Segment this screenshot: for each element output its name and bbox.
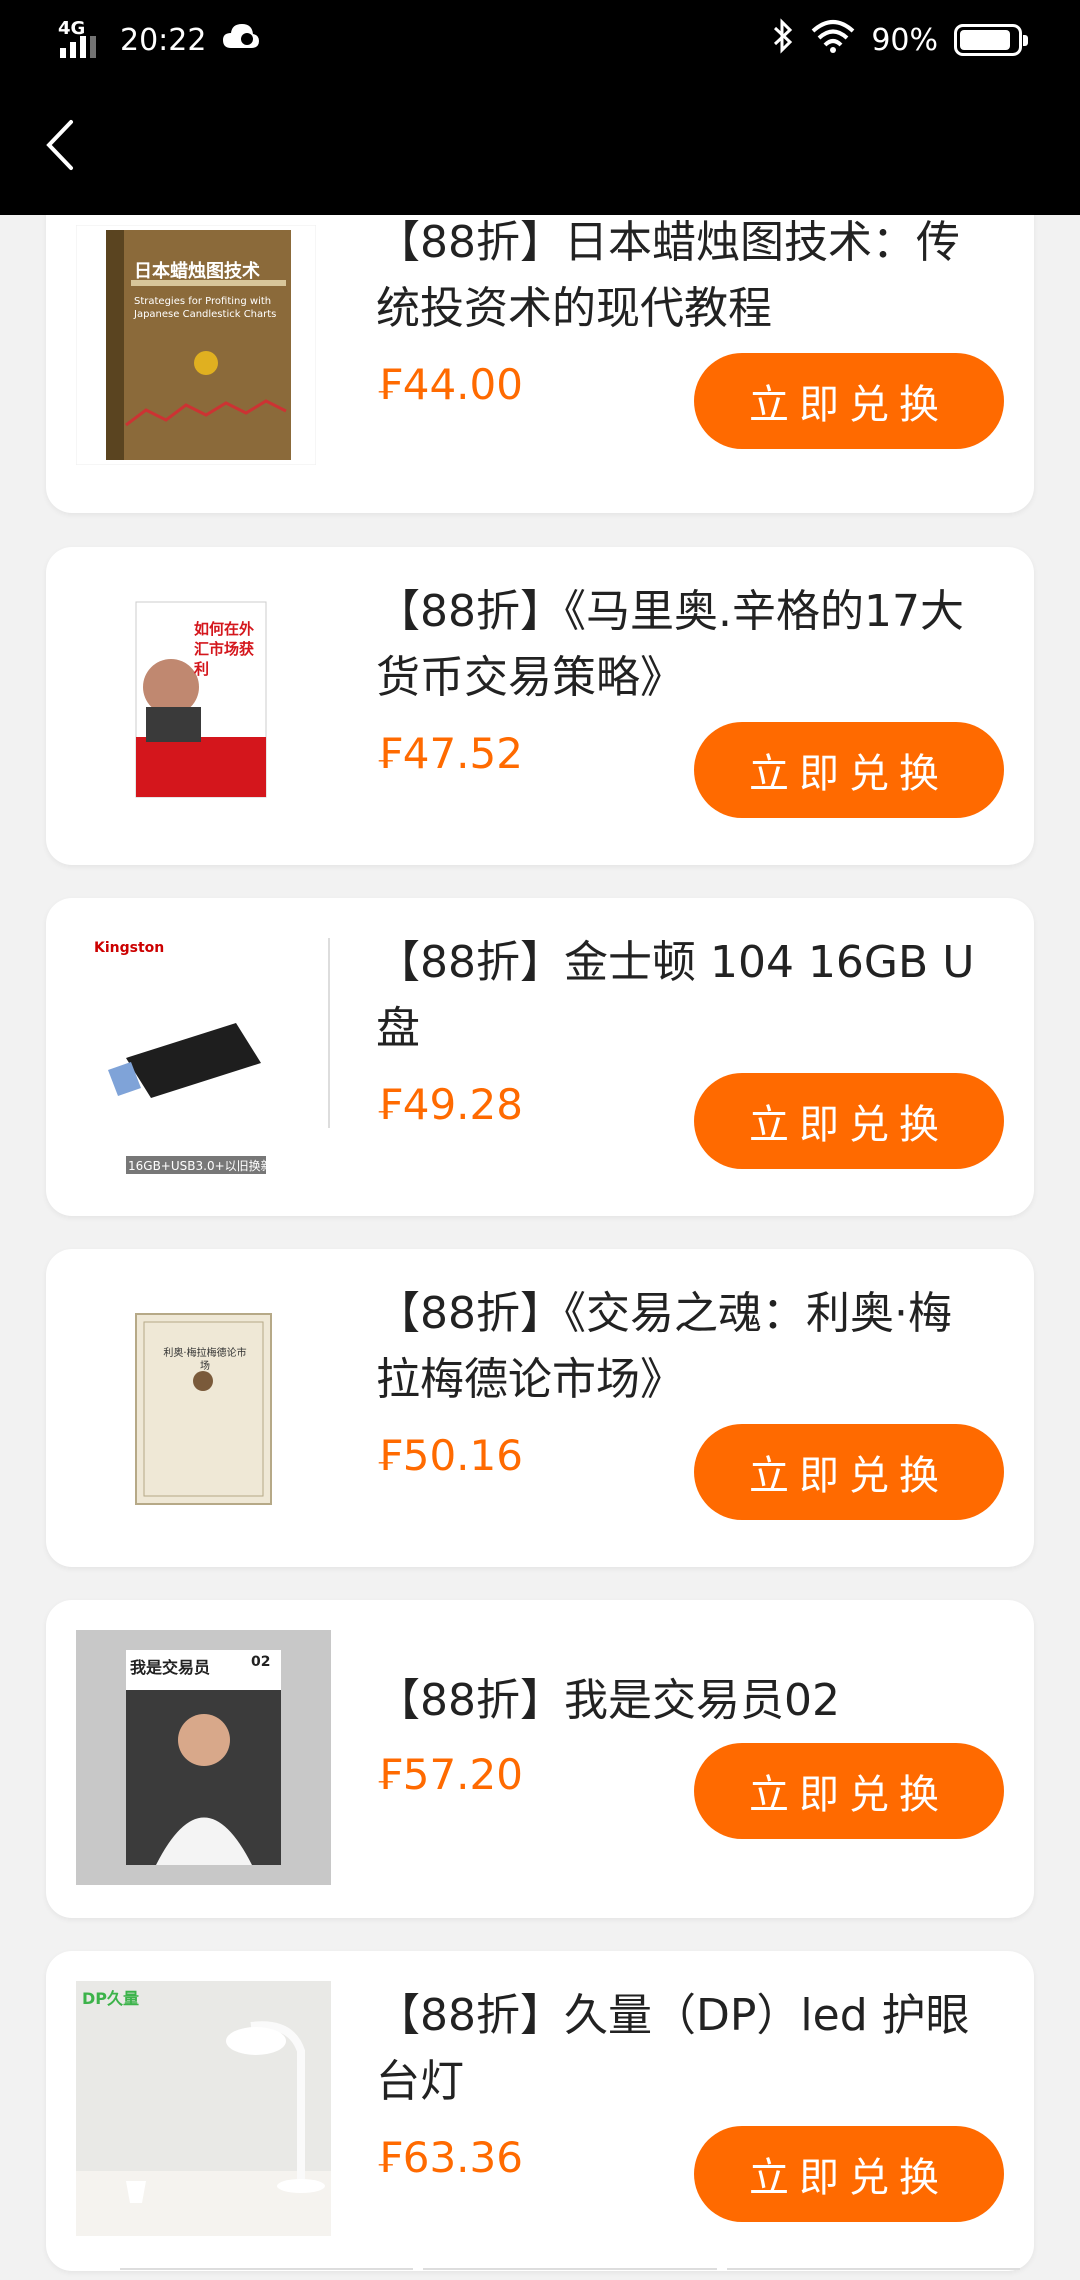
cover-issue: 02 <box>251 1654 271 1670</box>
product-title: 【88折】我是交易员02 <box>376 1675 840 1726</box>
product-title: 【88折】久量（DP）led 护眼台灯 <box>376 1990 970 2107</box>
cover-title: 利奥·梅拉梅德论市场 <box>163 1348 247 1372</box>
product-title: 【88折】日本蜡烛图技术：传统投资术的现代教程 <box>376 217 960 334</box>
product-image: 如何在外汇市场获利 <box>76 577 331 832</box>
battery-percent: 90% <box>871 22 938 58</box>
cover-subtitle: Strategies for Profiting with Japanese C… <box>134 296 277 320</box>
next-card-edge <box>120 2268 1020 2280</box>
cover-title: 日本蜡烛图技术 <box>134 261 260 282</box>
cover-title: 如何在外汇市场获利 <box>194 620 255 678</box>
bluetooth-icon <box>771 18 795 62</box>
redeem-button[interactable]: 立即兑换 <box>694 2126 1004 2222</box>
cover-brand: Kingston <box>94 940 165 956</box>
product-card[interactable]: 利奥·梅拉梅德论市场 【88折】《交易之魂：利奥·梅拉梅德论市场》 ₣50.16… <box>46 1249 1034 1567</box>
redeem-button[interactable]: 立即兑换 <box>694 722 1004 818</box>
product-card[interactable]: DP久量 【88折】久量（DP）led 护眼台灯 ₣63.36 立即兑换 <box>46 1951 1034 2271</box>
cover-brand: DP久量 <box>82 1989 140 2008</box>
product-price: ₣57.20 <box>376 1750 523 1799</box>
redeem-button[interactable]: 立即兑换 <box>694 1424 1004 1520</box>
product-price: ₣63.36 <box>376 2133 523 2182</box>
product-price: ₣44.00 <box>376 360 523 409</box>
nav-bar <box>0 80 1080 215</box>
status-right: 90% <box>771 18 1028 62</box>
product-card[interactable]: 日本蜡烛图技术 Strategies for Profiting with Ja… <box>46 215 1034 513</box>
product-title: 【88折】《马里奥.辛格的17大货币交易策略》 <box>376 586 964 703</box>
product-price: ₣47.52 <box>376 729 523 778</box>
redeem-button[interactable]: 立即兑换 <box>694 353 1004 449</box>
product-image: DP久量 <box>76 1981 331 2236</box>
product-price: ₣49.28 <box>376 1080 523 1129</box>
product-image: Kingston 16GB+USB3.0+以旧换新 <box>76 928 331 1183</box>
signal-icon: 4G <box>58 18 104 60</box>
cover-title: 我是交易员 <box>130 1658 211 1677</box>
status-left: 4G 20:22 <box>58 18 260 60</box>
cover-subtitle: 16GB+USB3.0+以旧换新 <box>128 1159 273 1173</box>
product-title: 【88折】金士顿 104 16GB U盘 <box>376 937 975 1054</box>
back-button[interactable] <box>30 105 90 185</box>
chevron-left-icon <box>46 120 73 170</box>
product-card[interactable]: 如何在外汇市场获利 【88折】《马里奥.辛格的17大货币交易策略》 ₣47.52… <box>46 547 1034 865</box>
redeem-button[interactable]: 立即兑换 <box>694 1743 1004 1839</box>
product-price: ₣50.16 <box>376 1431 523 1480</box>
product-list[interactable]: 日本蜡烛图技术 Strategies for Profiting with Ja… <box>0 215 1080 2280</box>
battery-fill <box>960 30 1011 50</box>
product-image: 日本蜡烛图技术 Strategies for Profiting with Ja… <box>76 225 316 480</box>
status-bar: 4G 20:22 90% <box>0 0 1080 80</box>
product-card[interactable]: Kingston 16GB+USB3.0+以旧换新 【88折】金士顿 104 1… <box>46 898 1034 1216</box>
wifi-icon <box>811 19 855 61</box>
product-image: 我是交易员 02 <box>76 1630 331 1885</box>
redeem-button[interactable]: 立即兑换 <box>694 1073 1004 1169</box>
product-image: 利奥·梅拉梅德论市场 <box>76 1279 331 1534</box>
battery-icon <box>954 24 1028 56</box>
status-time: 20:22 <box>120 22 207 58</box>
cloud-icon <box>222 21 260 59</box>
product-card[interactable]: 我是交易员 02 【88折】我是交易员02 ₣57.20 立即兑换 <box>46 1600 1034 1918</box>
product-title: 【88折】《交易之魂：利奥·梅拉梅德论市场》 <box>376 1288 952 1405</box>
